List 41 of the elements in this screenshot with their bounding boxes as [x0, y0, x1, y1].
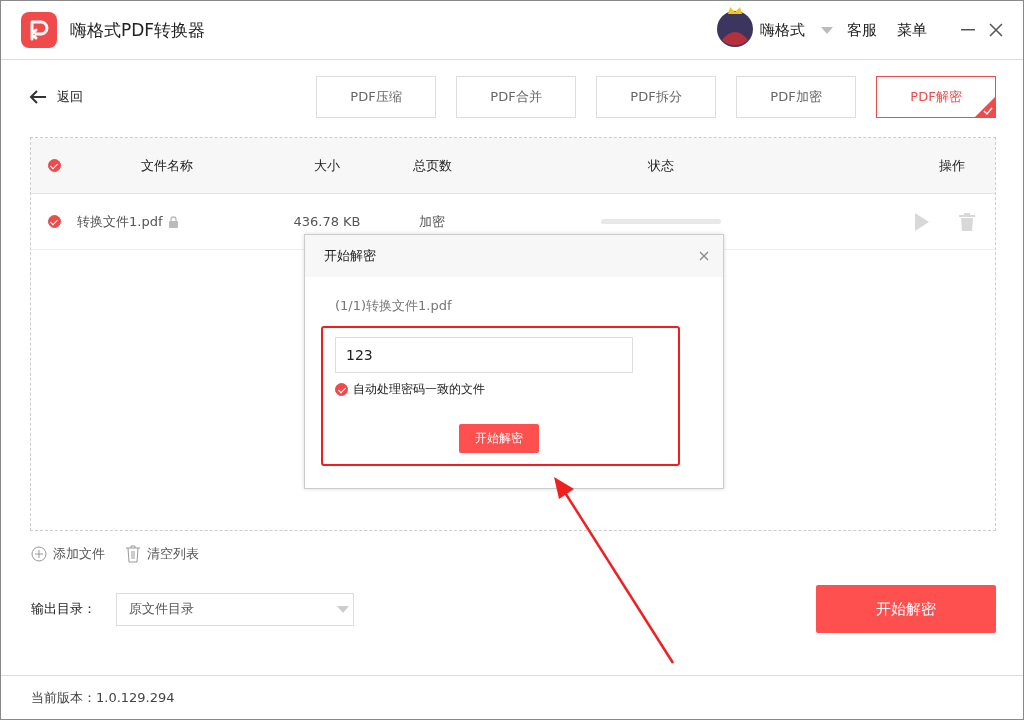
minimize-icon[interactable] [961, 29, 975, 31]
column-header: 操作 [939, 156, 965, 175]
close-icon[interactable] [699, 251, 709, 261]
app-logo-icon [21, 12, 57, 48]
column-header: 大小 [314, 156, 340, 175]
dropdown-caret-icon [337, 605, 349, 613]
output-dir-label: 输出目录： [31, 600, 96, 618]
dropdown-caret-icon[interactable] [821, 26, 833, 34]
password-field[interactable]: 123 [335, 337, 633, 373]
tool-tab[interactable]: PDF解密 [876, 76, 996, 118]
check-corner-icon [975, 97, 995, 117]
file-size: 436.78 KB [293, 214, 361, 229]
app-title: 嗨格式PDF转换器 [70, 18, 206, 42]
header-link[interactable]: 菜单 [897, 20, 927, 40]
trash-icon [125, 545, 141, 563]
tool-tab[interactable]: PDF压缩 [316, 76, 436, 118]
output-dir-dropdown[interactable]: 原文件目录 [116, 592, 354, 626]
auto-option-label: 自动处理密码一致的文件 [353, 381, 485, 398]
version-text: 当前版本：1.0.129.294 [31, 688, 175, 707]
add-circle-icon [31, 546, 47, 562]
tool-tab[interactable]: PDF拆分 [596, 76, 716, 118]
avatar-icon[interactable] [716, 6, 754, 48]
column-header: 总页数 [412, 156, 452, 175]
user-name[interactable]: 嗨格式 [760, 20, 805, 40]
tool-tab[interactable]: PDF加密 [736, 76, 856, 118]
page-count: 加密 [419, 212, 445, 231]
clear-list-button[interactable]: 清空列表 [125, 545, 199, 563]
column-header: 状态 [648, 156, 674, 175]
column-header: 文件名称 [141, 156, 193, 175]
close-icon[interactable] [989, 23, 1003, 37]
dialog-title: 开始解密 [324, 247, 376, 265]
back-button[interactable]: 返回 [29, 88, 83, 106]
auto-option-checkbox[interactable] [335, 383, 348, 396]
back-arrow-icon [29, 90, 47, 104]
row-checkbox[interactable] [47, 215, 61, 228]
dialog-file-name: (1/1)转换文件1.pdf [335, 297, 453, 315]
select-all-checkbox[interactable] [47, 159, 61, 172]
file-name: 转换文件1.pdf [77, 212, 163, 231]
add-file-button[interactable]: 添加文件 [31, 545, 105, 563]
tool-tab[interactable]: PDF合并 [456, 76, 576, 118]
header-link[interactable]: 客服 [847, 20, 877, 40]
